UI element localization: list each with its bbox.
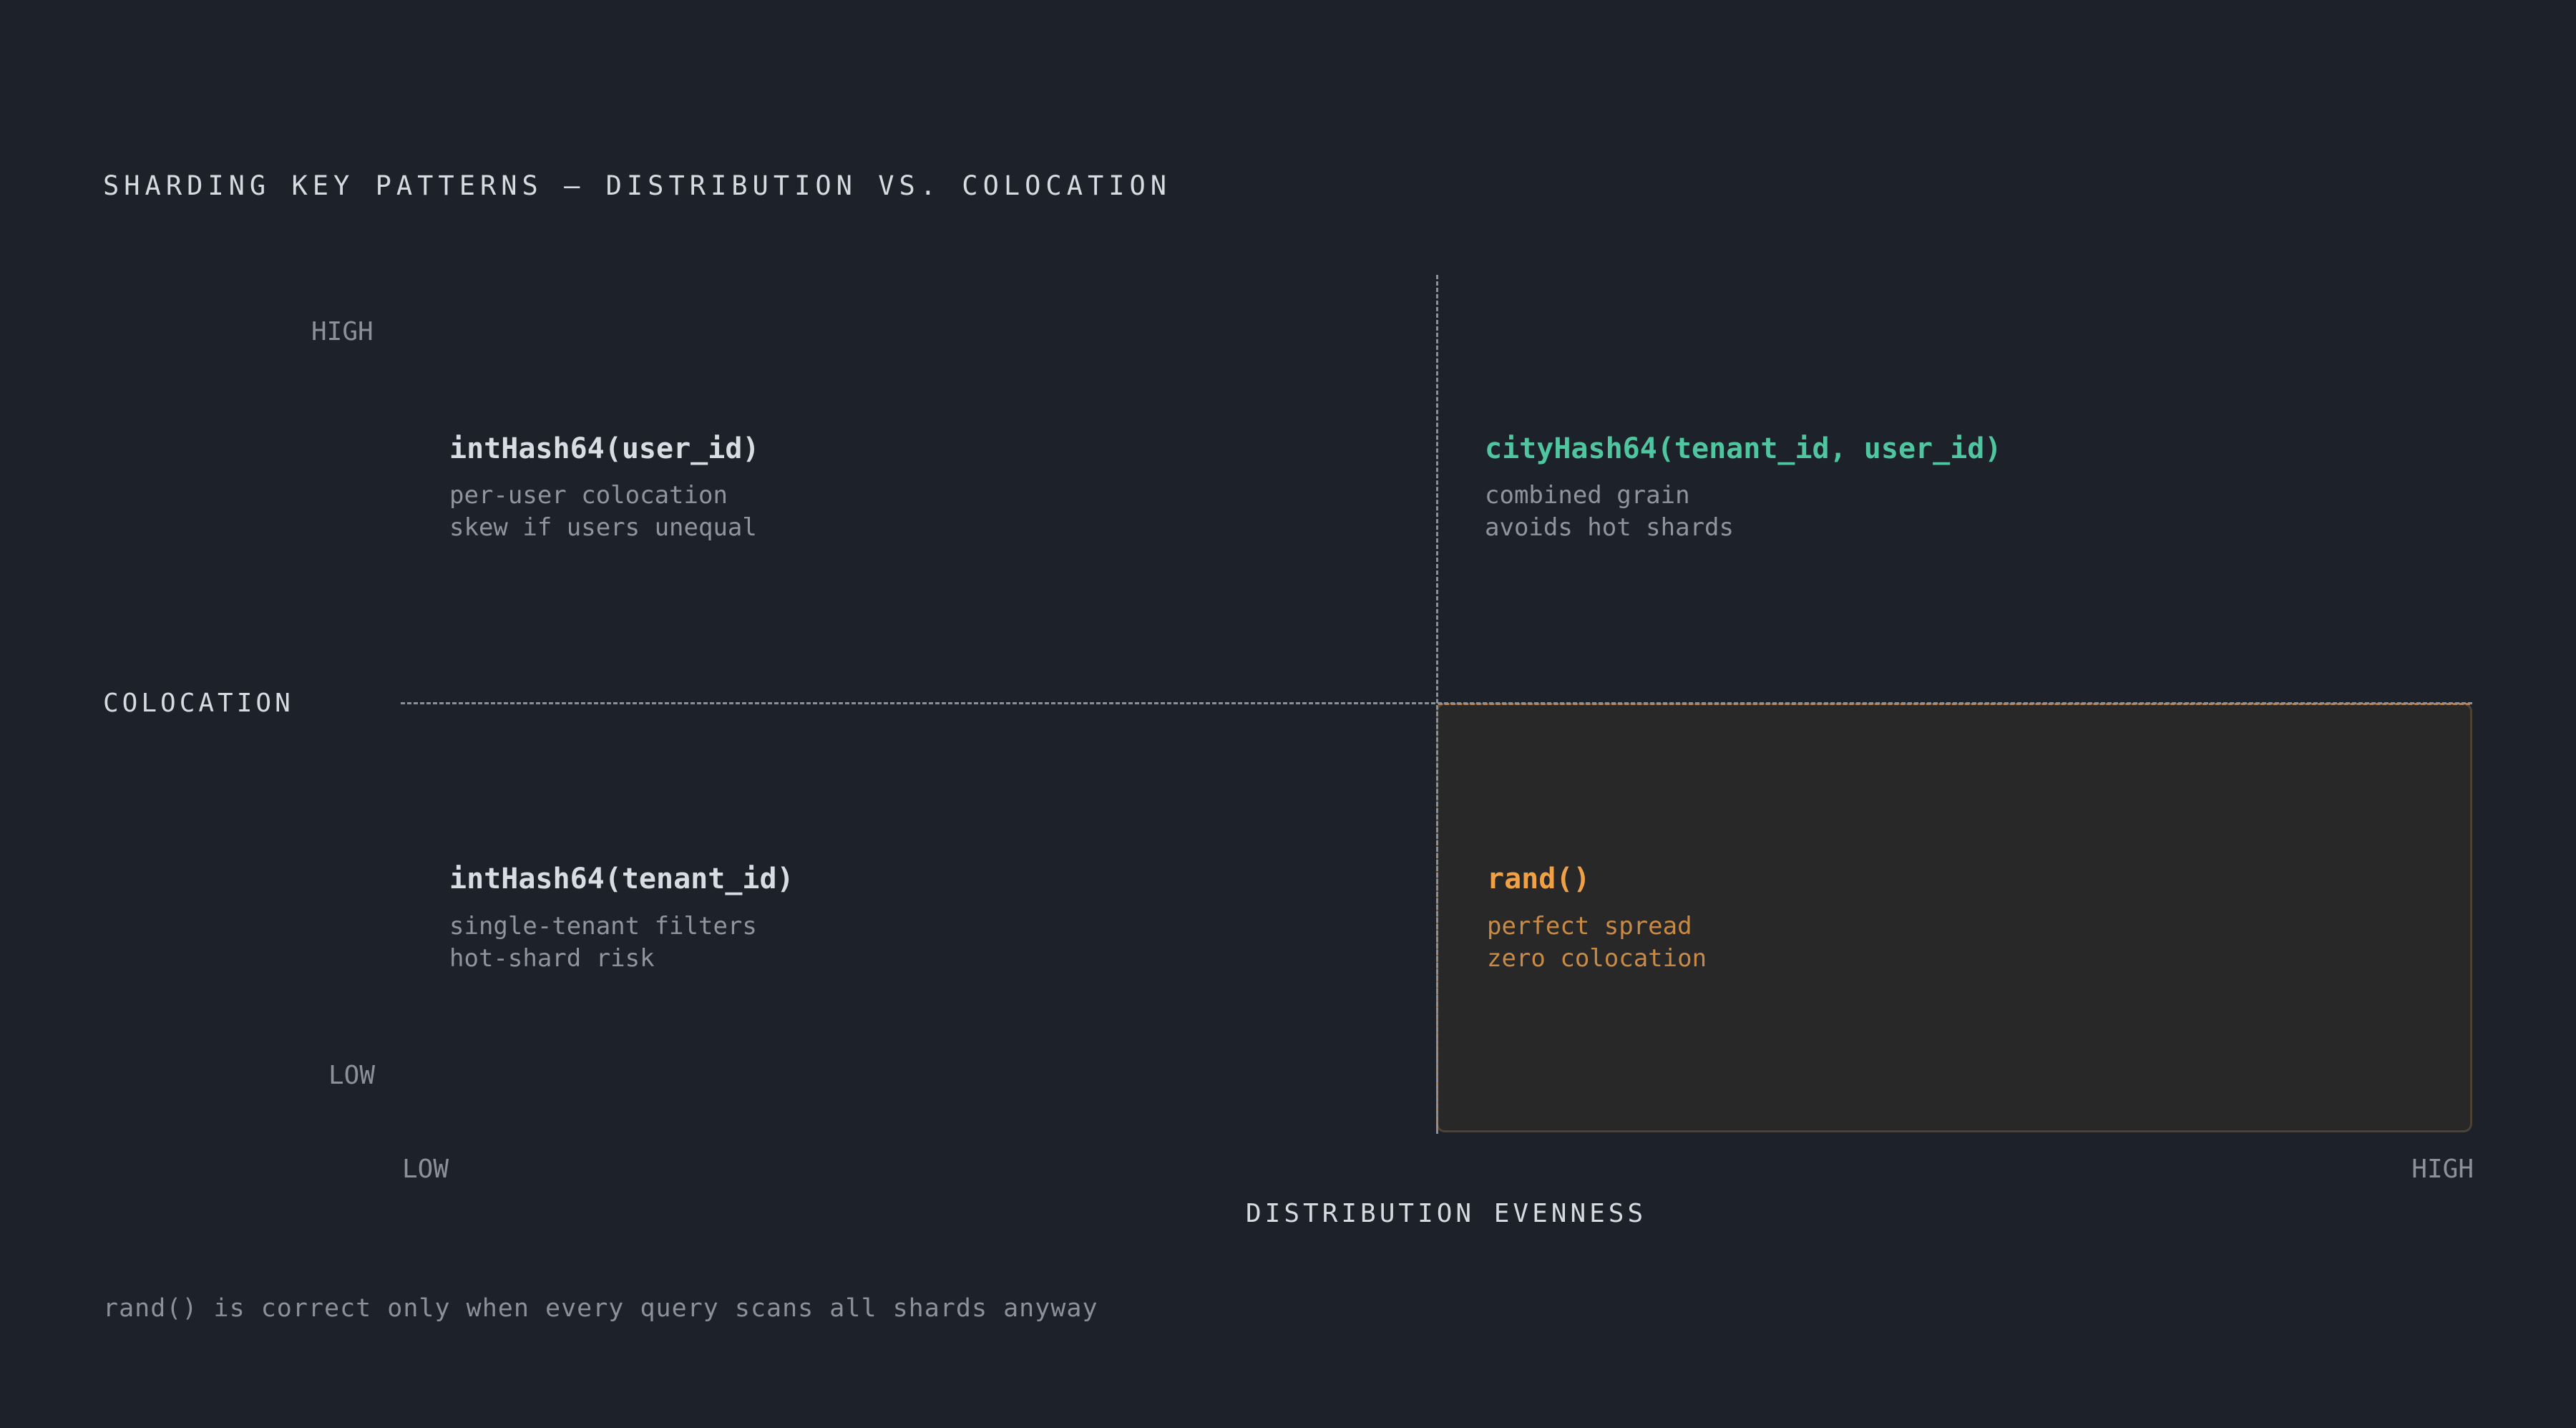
quadrant-bottom-right-note: zero colocation xyxy=(1487,944,1707,973)
footnote: rand() is correct only when every query … xyxy=(103,1294,1098,1323)
x-axis-low-tick: LOW xyxy=(402,1155,449,1184)
quadrant-top-left-note: per-user colocation xyxy=(449,481,728,510)
quadrant-bottom-left-note: single-tenant filters xyxy=(449,912,757,941)
diagram-title: SHARDING KEY PATTERNS — DISTRIBUTION VS.… xyxy=(103,170,1172,201)
y-axis-label: COLOCATION xyxy=(103,689,294,718)
quadrant-top-right-note: avoids hot shards xyxy=(1485,513,1734,542)
vertical-divider xyxy=(1436,275,1438,1134)
x-axis-label: DISTRIBUTION EVENNESS xyxy=(1246,1199,1647,1228)
x-axis-high-tick: HIGH xyxy=(2411,1155,2474,1184)
quadrant-bottom-left-note: hot-shard risk xyxy=(449,944,655,973)
quadrant-bottom-left-key: intHash64(tenant_id) xyxy=(449,863,794,895)
quadrant-bottom-right-key: rand() xyxy=(1487,863,1591,895)
quadrant-top-right-key: cityHash64(tenant_id, user_id) xyxy=(1485,432,2002,465)
quadrant-bottom-right-note: perfect spread xyxy=(1487,912,1692,941)
y-axis-high-tick: HIGH xyxy=(311,317,374,346)
horizontal-divider xyxy=(401,702,2472,704)
y-axis-low-tick: LOW xyxy=(328,1061,376,1090)
quadrant-top-left-note: skew if users unequal xyxy=(449,513,757,542)
quadrant-top-right-note: combined grain xyxy=(1485,481,1690,510)
quadrant-top-left-key: intHash64(user_id) xyxy=(449,432,760,465)
